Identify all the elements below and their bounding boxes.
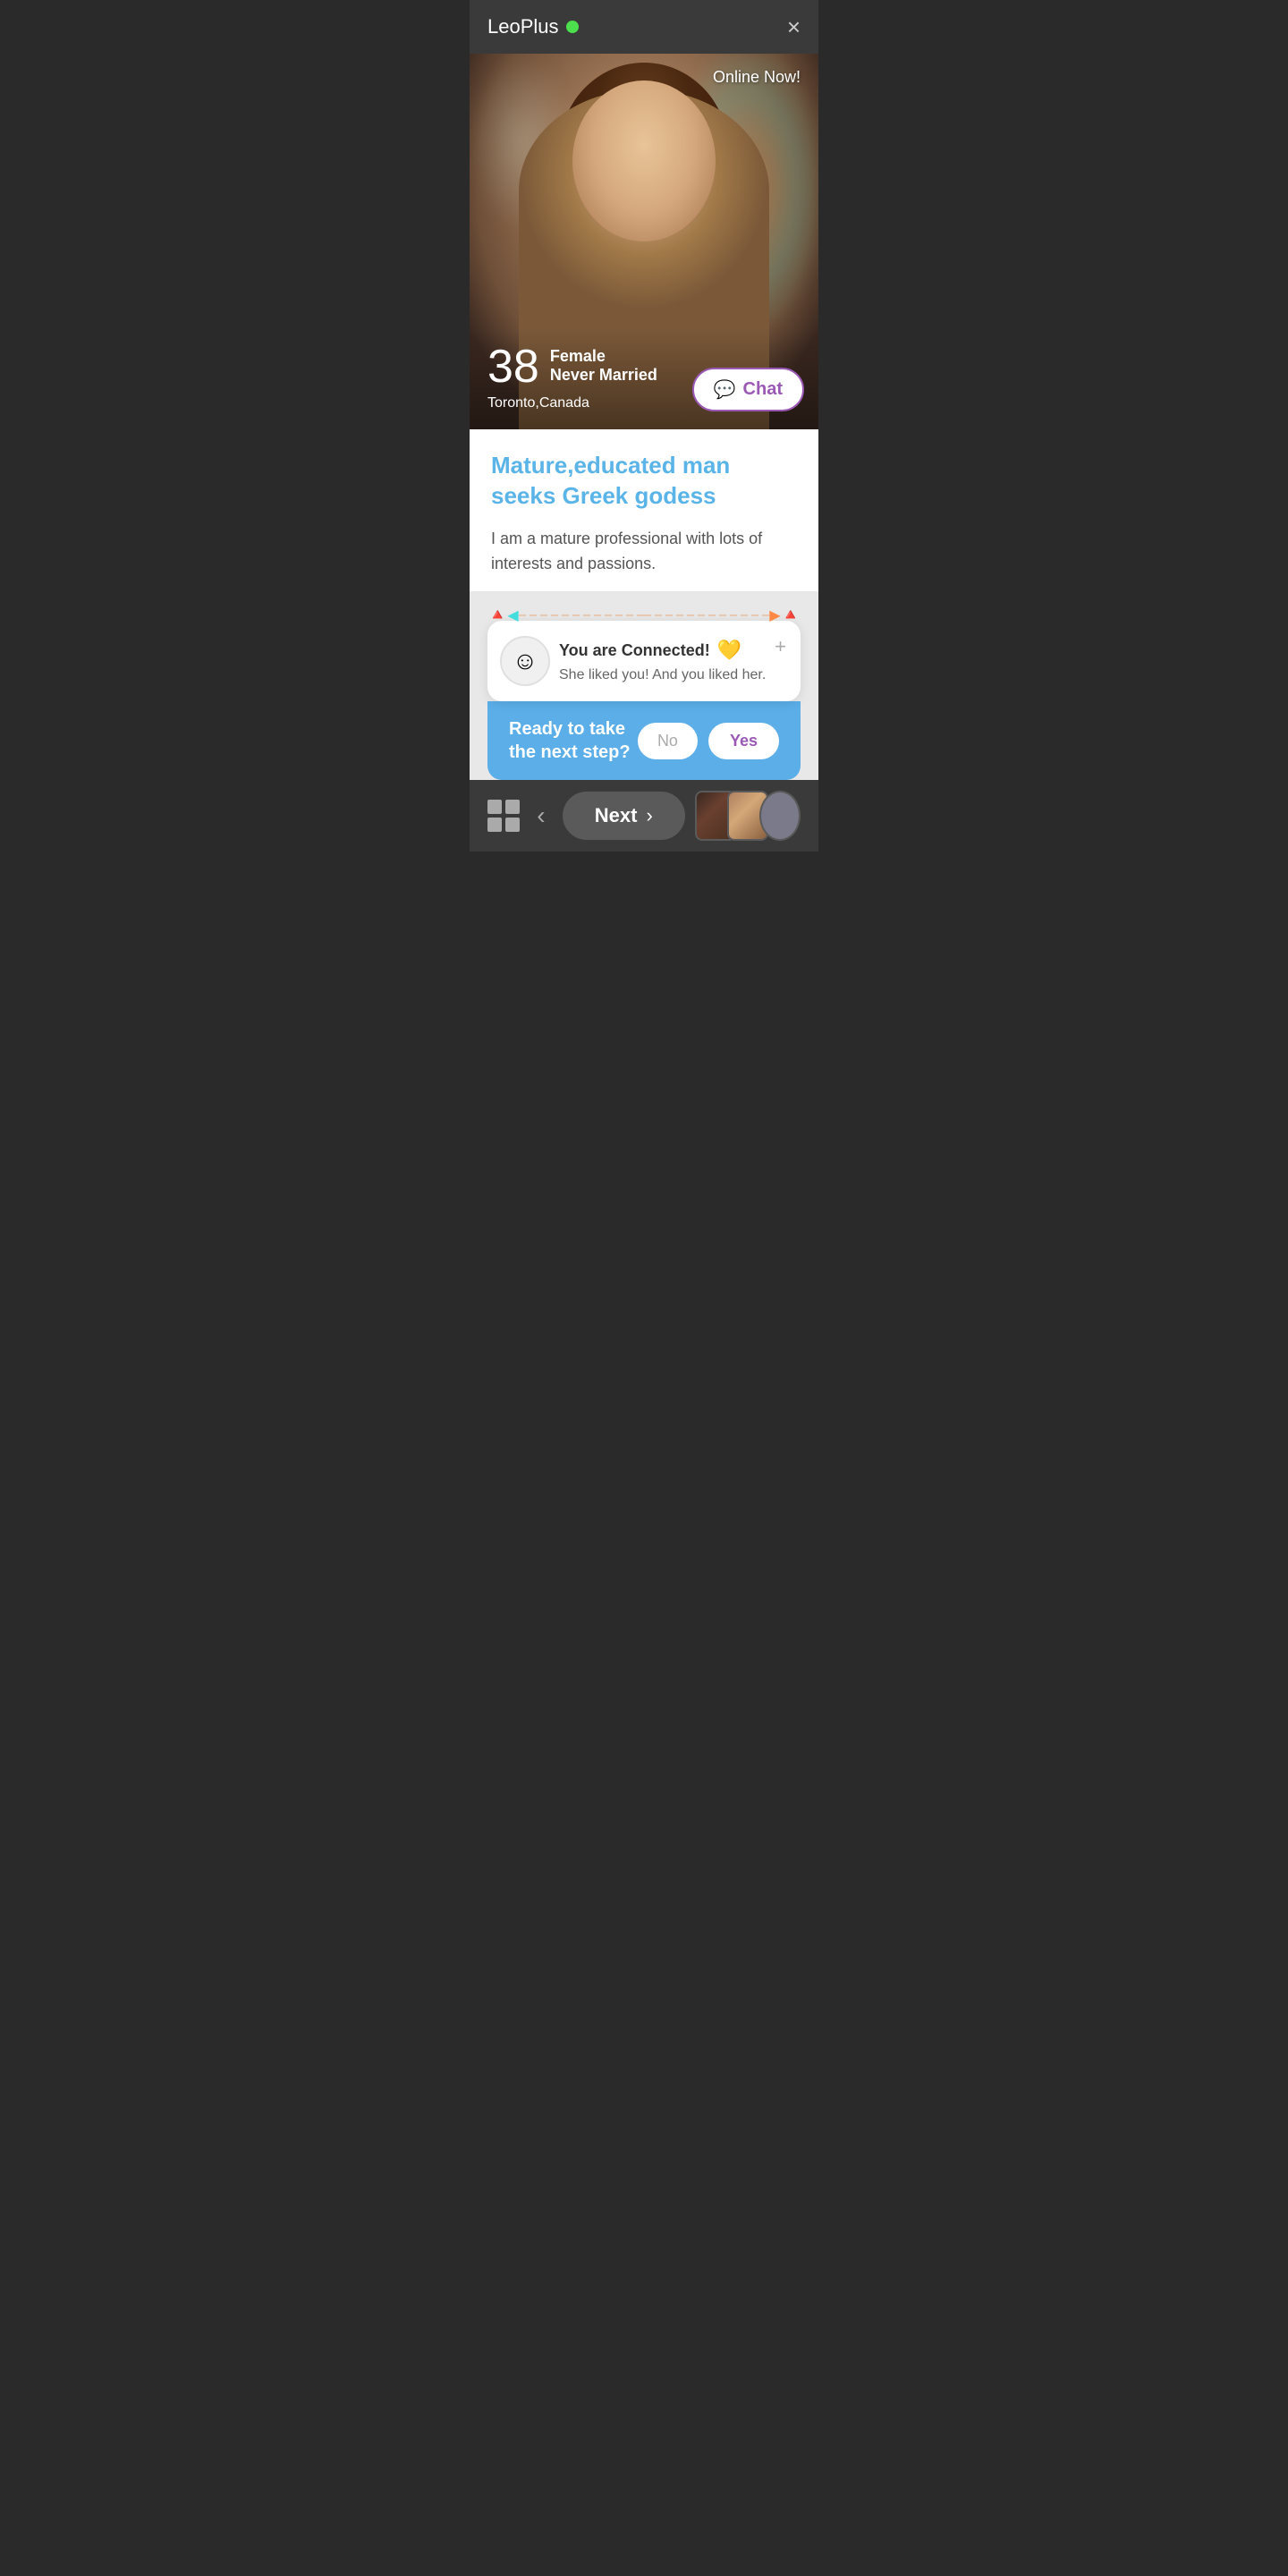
connected-title: You are Connected! 💛 (559, 639, 783, 662)
bunting-line-right (644, 614, 769, 616)
age-number: 38 (487, 343, 539, 390)
grid-cell-4 (505, 818, 520, 832)
bio-body: I am a mature professional with lots of … (491, 526, 797, 578)
yes-button[interactable]: Yes (708, 723, 779, 759)
app-title: LeoPlus (487, 15, 559, 38)
online-indicator (566, 21, 579, 33)
online-now-label: Online Now! (713, 68, 801, 87)
gender-marriage: Female Never Married (550, 343, 657, 385)
plus-button[interactable]: + (775, 635, 786, 658)
connected-card: ☺ You are Connected! 💛 She liked you! An… (487, 621, 801, 701)
bunting-line-left (519, 614, 644, 616)
smiley-avatar: ☺ (500, 636, 550, 686)
back-button[interactable]: ‹ (530, 794, 552, 837)
grid-menu-button[interactable] (487, 800, 520, 832)
gender-text: Female (550, 347, 657, 366)
chat-icon: 💬 (714, 378, 736, 401)
location: Toronto,Canada (487, 395, 589, 411)
thumbnail-previews (695, 791, 801, 841)
header-left: LeoPlus (487, 15, 579, 38)
grid-cell-1 (487, 800, 502, 814)
no-button[interactable]: No (638, 723, 698, 759)
next-button[interactable]: Next › (563, 792, 685, 840)
next-step-text: Ready to take the next step? (509, 717, 638, 764)
bunting-flag-right: 🔺 (781, 606, 801, 624)
next-arrow-icon: › (646, 804, 652, 827)
thumbnail-3[interactable] (759, 791, 801, 841)
bunting-flag-cyan: ◀ (507, 606, 518, 624)
bunting-flag-left: 🔺 (487, 606, 507, 624)
next-button-label: Next (595, 804, 638, 827)
bottom-nav: ‹ Next › (470, 780, 818, 852)
bio-title: Mature,educated man seeks Greek godess (491, 451, 797, 512)
banner-buttons: No Yes (638, 723, 779, 759)
next-step-banner: Ready to take the next step? No Yes (487, 701, 801, 780)
profile-photo: 38 Female Never Married Toronto,Canada O… (470, 54, 818, 429)
chat-button-label: Chat (743, 379, 783, 400)
connected-title-text: You are Connected! (559, 641, 710, 660)
chat-button[interactable]: 💬 Chat (692, 368, 804, 411)
bunting-decoration: 🔺 ◀ ▶ 🔺 (487, 606, 801, 624)
connected-subtitle: She liked you! And you liked her. (559, 667, 783, 683)
bio-section: Mature,educated man seeks Greek godess I… (470, 429, 818, 591)
smiley-icon: ☺ (513, 647, 538, 675)
marital-status: Never Married (550, 366, 657, 385)
heart-emoji: 💛 (717, 639, 741, 662)
header: LeoPlus × (470, 0, 818, 54)
grid-cell-2 (505, 800, 520, 814)
grid-cell-3 (487, 818, 502, 832)
person-face (572, 80, 716, 242)
bunting-flag-right-orange: ▶ (769, 606, 780, 624)
popup-area: 🔺 ◀ ▶ 🔺 ☺ You are Connected! 💛 She liked… (470, 591, 818, 780)
close-button[interactable]: × (787, 15, 801, 38)
